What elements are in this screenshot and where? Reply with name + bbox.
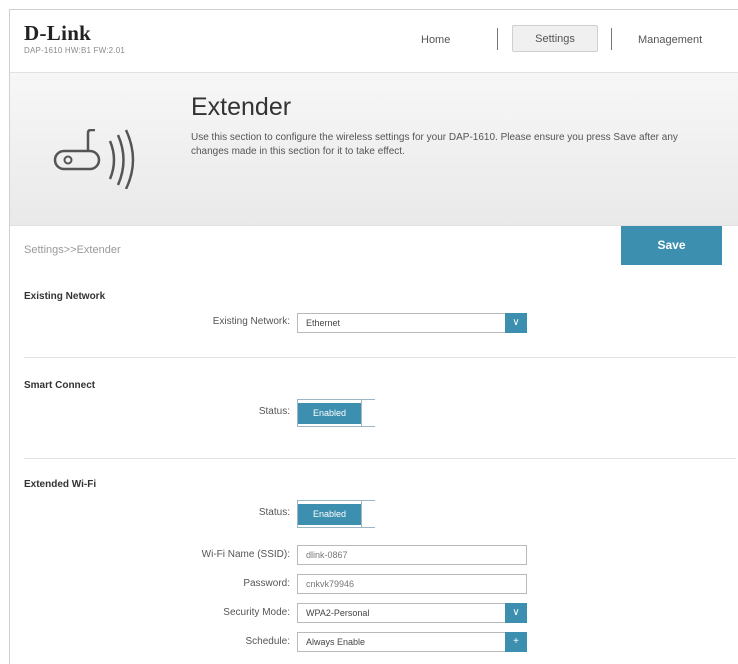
nav-home[interactable]: Home	[421, 34, 450, 46]
ssid-input[interactable]: dlink-0867	[297, 545, 527, 565]
security-mode-label: Security Mode:	[223, 607, 290, 618]
existing-network-value: Ethernet	[306, 318, 341, 328]
page-title: Extender	[191, 93, 292, 121]
page-banner: Extender Use this section to configure t…	[10, 73, 738, 225]
breadcrumb-bar: Settings>>Extender Save	[10, 225, 738, 269]
section-title-extended-wifi: Extended Wi-Fi	[24, 479, 97, 490]
toggle-state: Enabled	[298, 504, 361, 525]
security-mode-value: WPA2-Personal	[306, 608, 370, 618]
security-mode-select[interactable]: WPA2-Personal ∨	[297, 603, 527, 623]
password-label: Password:	[243, 578, 290, 589]
plus-icon[interactable]: +	[505, 632, 527, 652]
ssid-label: Wi-Fi Name (SSID):	[201, 549, 290, 560]
extended-wifi-status-label: Status:	[258, 507, 290, 518]
section-divider	[24, 357, 736, 358]
nav-separator	[497, 28, 498, 50]
section-divider	[24, 458, 736, 459]
schedule-value: Always Enable	[306, 637, 366, 647]
extended-wifi-toggle[interactable]: Enabled	[297, 500, 375, 528]
nav-settings[interactable]: Settings	[512, 25, 598, 52]
save-button[interactable]: Save	[621, 226, 722, 265]
nav-separator	[611, 28, 612, 50]
page-description: Use this section to configure the wirele…	[191, 132, 678, 157]
header: D-Link DAP-1610 HW:B1 FW:2.01 Home Setti…	[10, 10, 738, 73]
password-input[interactable]: cnkvk79946	[297, 574, 527, 594]
model-info: DAP-1610 HW:B1 FW:2.01	[24, 46, 126, 55]
dlink-logo: D-Link	[24, 21, 92, 45]
toggle-state: Enabled	[298, 403, 361, 424]
existing-network-label: Existing Network:	[212, 316, 290, 327]
chevron-down-icon[interactable]: ∨	[505, 603, 527, 623]
schedule-field[interactable]: Always Enable +	[297, 632, 527, 652]
section-title-existing-network: Existing Network	[24, 291, 106, 302]
existing-network-select[interactable]: Ethernet ∨	[297, 313, 527, 333]
app-frame: D-Link DAP-1610 HW:B1 FW:2.01 Home Setti…	[9, 9, 738, 664]
chevron-down-icon[interactable]: ∨	[505, 313, 527, 333]
schedule-label: Schedule:	[245, 636, 290, 647]
smart-connect-status-label: Status:	[258, 406, 290, 417]
toggle-knob	[361, 501, 375, 527]
nav-management[interactable]: Management	[638, 34, 702, 46]
section-title-smart-connect: Smart Connect	[24, 380, 96, 391]
smart-connect-toggle[interactable]: Enabled	[297, 399, 375, 427]
breadcrumb: Settings>>Extender	[24, 244, 121, 256]
toggle-knob	[361, 400, 375, 426]
wireless-extender-icon	[52, 128, 162, 194]
